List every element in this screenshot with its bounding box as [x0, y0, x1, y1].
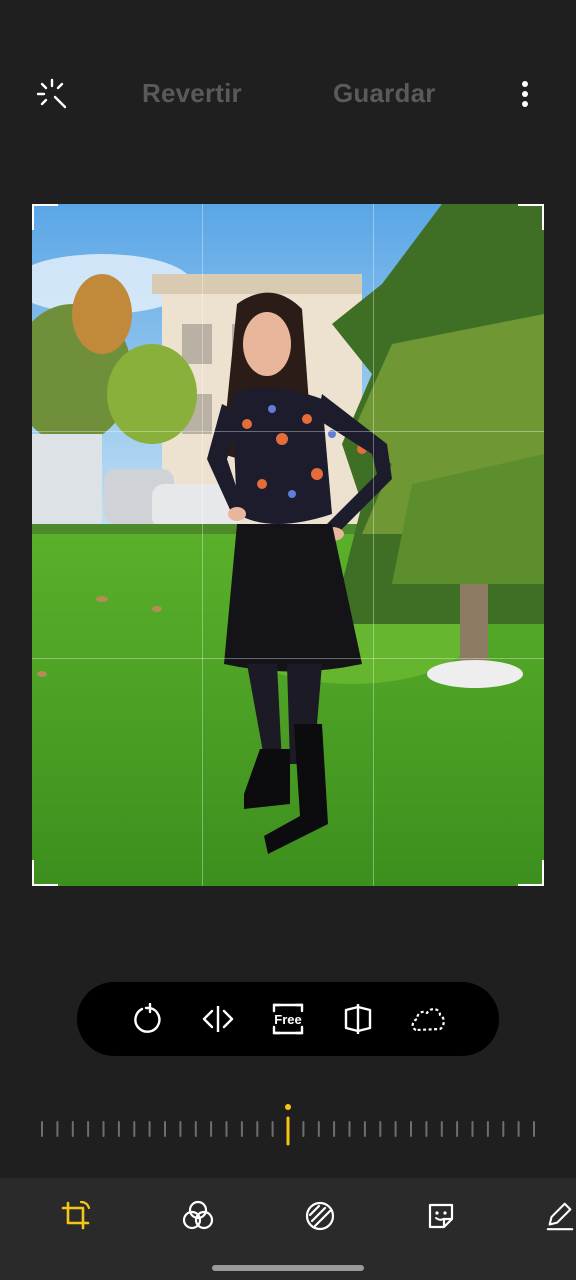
crop-grid-line	[202, 204, 203, 886]
nav-filters[interactable]	[178, 1196, 218, 1236]
magic-wand-icon	[36, 78, 67, 109]
crop-rotate-icon	[61, 1200, 91, 1230]
auto-enhance-button[interactable]	[32, 74, 72, 114]
more-options-button[interactable]	[510, 74, 540, 114]
home-indicator[interactable]	[212, 1265, 364, 1271]
nav-crop-rotate[interactable]	[56, 1196, 96, 1236]
nav-draw[interactable]	[544, 1196, 576, 1236]
rotate-icon	[134, 1003, 161, 1033]
lasso-icon	[411, 1008, 445, 1032]
nav-stickers[interactable]	[421, 1196, 461, 1236]
photo-canvas[interactable]	[32, 204, 544, 886]
straighten-slider[interactable]	[0, 1098, 576, 1158]
crop-handle-bottom-left[interactable]	[32, 860, 58, 886]
flip-button[interactable]	[196, 997, 240, 1041]
photo-editor-screen: Revertir Guardar Free	[0, 0, 576, 1280]
top-bar: Revertir Guardar	[0, 60, 576, 126]
more-vertical-icon	[522, 81, 528, 107]
photo-image	[32, 204, 544, 886]
crop-handle-top-right[interactable]	[518, 204, 544, 230]
draw-icon	[546, 1202, 574, 1231]
crop-handle-top-left[interactable]	[32, 204, 58, 230]
crop-tools-bar: Free	[77, 982, 499, 1056]
aspect-ratio-button[interactable]: Free	[266, 997, 310, 1041]
nav-adjust[interactable]	[300, 1196, 340, 1236]
free-ratio-label: Free	[274, 1011, 302, 1027]
crop-grid-line	[32, 431, 544, 432]
crop-grid-line	[32, 658, 544, 659]
perspective-icon	[344, 1004, 372, 1034]
save-button[interactable]: Guardar	[333, 78, 436, 109]
lasso-button[interactable]	[406, 997, 450, 1041]
crop-handle-bottom-right[interactable]	[518, 860, 544, 886]
crop-grid-line	[373, 204, 374, 886]
adjust-icon	[305, 1201, 335, 1231]
rotate-button[interactable]	[126, 997, 170, 1041]
slider-center-dot	[285, 1104, 291, 1110]
revert-button[interactable]: Revertir	[142, 78, 242, 109]
filters-icon	[182, 1200, 214, 1230]
perspective-button[interactable]	[336, 997, 380, 1041]
slider-ticks	[41, 1104, 535, 1146]
sticker-icon	[428, 1203, 454, 1229]
flip-horizontal-icon	[202, 1006, 234, 1032]
